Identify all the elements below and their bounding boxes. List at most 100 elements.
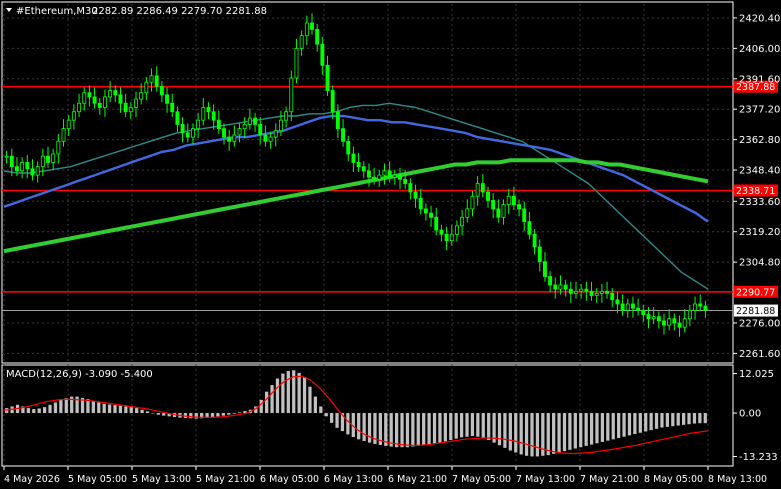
candle-body bbox=[92, 96, 97, 104]
macd-histogram-bar bbox=[676, 413, 680, 426]
candle-body bbox=[403, 178, 408, 184]
candle-body bbox=[4, 155, 9, 158]
macd-y-tick-label: 12.025 bbox=[739, 369, 774, 380]
macd-histogram-bar bbox=[135, 408, 139, 414]
candle-body bbox=[599, 290, 604, 294]
macd-histogram-bar bbox=[644, 413, 648, 432]
x-tick-label: 7 May 21:00 bbox=[580, 474, 639, 485]
candle-body bbox=[542, 261, 547, 277]
candle-body bbox=[278, 119, 283, 132]
macd-histogram-bar bbox=[156, 413, 160, 415]
macd-histogram-bar bbox=[37, 408, 41, 414]
y-tick-label: 2420.40 bbox=[739, 13, 780, 24]
candle-body bbox=[77, 102, 82, 113]
macd-histogram-bar bbox=[595, 413, 599, 444]
macd-histogram-bar bbox=[107, 404, 112, 414]
candle-body bbox=[61, 128, 66, 142]
candle-body bbox=[548, 276, 553, 286]
y-tick-label: 2261.60 bbox=[739, 349, 780, 360]
candle-body bbox=[216, 119, 221, 130]
candle-body bbox=[165, 94, 170, 104]
candle-body bbox=[134, 98, 138, 108]
candle-body bbox=[361, 166, 366, 172]
candle-body bbox=[506, 195, 511, 206]
candle-body bbox=[294, 47, 299, 79]
candle-body bbox=[625, 303, 630, 311]
candle-body bbox=[511, 195, 516, 206]
macd-histogram-bar bbox=[102, 403, 106, 414]
ohlc-values: 2282.89 2286.49 2279.70 2281.88 bbox=[92, 6, 267, 17]
y-tick-label: 2333.60 bbox=[739, 197, 780, 208]
candle-body bbox=[268, 136, 273, 142]
candle-body bbox=[703, 305, 708, 311]
candle-body bbox=[584, 288, 589, 292]
candle-body bbox=[387, 170, 392, 178]
macd-histogram-bar bbox=[665, 413, 670, 427]
macd-histogram-bar bbox=[64, 398, 68, 414]
macd-histogram-bar bbox=[508, 413, 512, 451]
candle-body bbox=[620, 303, 625, 311]
macd-histogram-bar bbox=[91, 401, 95, 414]
candle-body bbox=[284, 111, 289, 121]
candle-body bbox=[87, 92, 92, 98]
candle-body bbox=[366, 170, 371, 178]
macd-histogram-bar bbox=[232, 413, 236, 414]
y-tick-label: 2377.20 bbox=[739, 105, 780, 116]
candle-body bbox=[56, 140, 61, 155]
y-tick-label: 2304.80 bbox=[739, 258, 780, 269]
macd-histogram-bar bbox=[546, 413, 550, 456]
macd-histogram-bar bbox=[411, 413, 415, 447]
macd-histogram-bar bbox=[427, 413, 431, 445]
candle-body bbox=[589, 290, 594, 296]
candle-body bbox=[25, 162, 30, 170]
candle-body bbox=[139, 92, 144, 100]
candle-body bbox=[460, 216, 465, 227]
candle-body bbox=[315, 28, 320, 45]
candle-body bbox=[82, 92, 87, 104]
macd-histogram-bar bbox=[682, 413, 686, 425]
macd-histogram-bar bbox=[367, 413, 372, 443]
x-tick-label: 4 May 2026 bbox=[4, 474, 60, 485]
candle-body bbox=[170, 102, 175, 113]
y-tick-label: 2406.00 bbox=[739, 44, 780, 55]
macd-histogram-bar bbox=[405, 413, 410, 448]
candle-body bbox=[465, 208, 470, 218]
candle-body bbox=[46, 155, 50, 163]
x-tick-label: 6 May 05:00 bbox=[260, 474, 319, 485]
candle-body bbox=[537, 246, 542, 263]
macd-histogram-bar bbox=[308, 386, 312, 414]
macd-histogram-bar bbox=[573, 413, 577, 449]
candle-body bbox=[14, 166, 19, 172]
candle-body bbox=[330, 90, 335, 113]
macd-histogram-bar bbox=[330, 413, 334, 423]
candle-body bbox=[532, 233, 537, 248]
macd-histogram-bar bbox=[384, 413, 388, 446]
candle-body bbox=[356, 162, 361, 168]
macd-histogram-bar bbox=[497, 413, 502, 446]
y-tick-label: 2391.60 bbox=[739, 74, 780, 85]
candle-body bbox=[289, 77, 294, 113]
macd-histogram-bar bbox=[530, 413, 534, 457]
macd-histogram-bar bbox=[53, 402, 58, 414]
candle-body bbox=[677, 322, 682, 328]
candle-body bbox=[594, 293, 599, 296]
candle-body bbox=[486, 191, 490, 201]
macd-histogram-bar bbox=[416, 413, 420, 446]
macd-histogram-bar bbox=[48, 404, 52, 414]
macd-histogram-bar bbox=[476, 413, 480, 437]
candle-body bbox=[662, 320, 666, 326]
candle-body bbox=[232, 134, 237, 142]
x-tick-label: 6 May 13:00 bbox=[324, 474, 383, 485]
macd-histogram-bar bbox=[557, 413, 561, 453]
macd-histogram-bar bbox=[459, 413, 464, 438]
candle-body bbox=[491, 200, 496, 210]
macd-histogram-bar bbox=[454, 413, 458, 439]
candle-body bbox=[558, 284, 563, 290]
price-level-label: 2338.71 bbox=[736, 186, 775, 197]
candle-body bbox=[434, 216, 439, 231]
macd-histogram-bar bbox=[357, 413, 361, 440]
candle-body bbox=[574, 290, 578, 294]
price-level-label: 2290.77 bbox=[736, 287, 775, 298]
macd-histogram-bar bbox=[237, 412, 242, 414]
macd-histogram-bar bbox=[562, 413, 567, 452]
